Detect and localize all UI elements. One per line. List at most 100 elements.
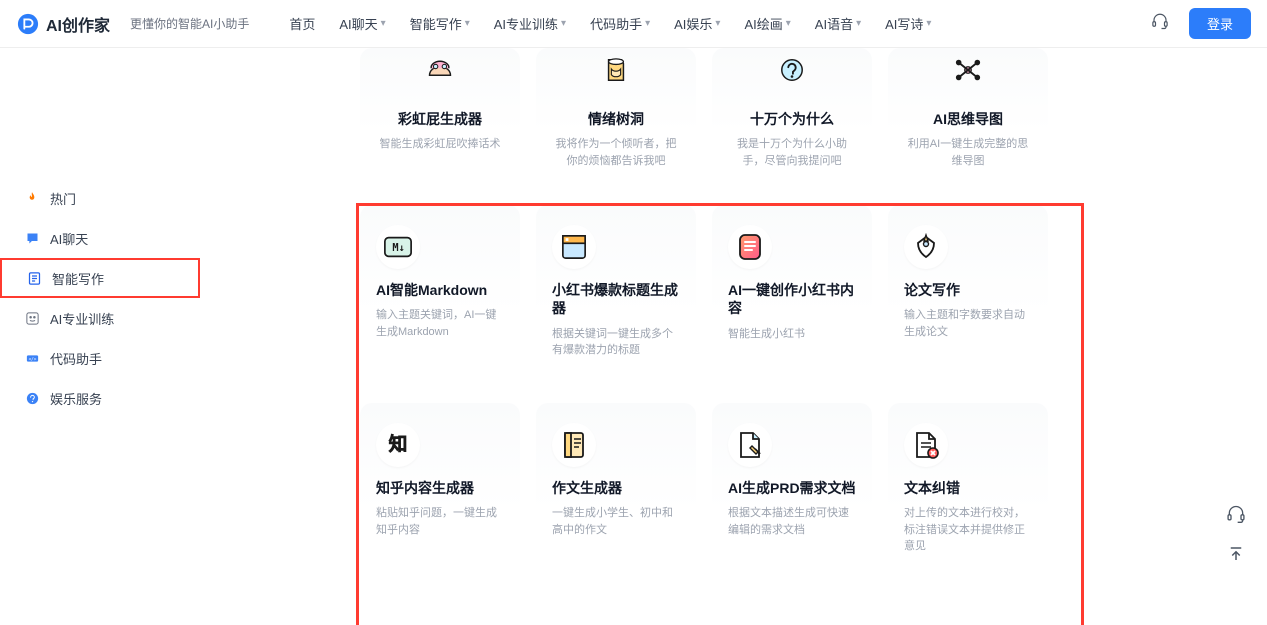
card-desc: 智能生成小红书 [728, 326, 805, 343]
card-desc: 利用AI一键生成完整的思维导图 [904, 136, 1032, 169]
login-button[interactable]: 登录 [1189, 8, 1251, 39]
card-icon: M↓ [376, 225, 420, 269]
nav-item-2[interactable]: 智能写作▾ [410, 14, 470, 33]
card-0-2[interactable]: 十万个为什么 我是十万个为什么小助手，尽管向我提问吧 [712, 48, 872, 187]
card-title: 情绪树洞 [588, 110, 644, 128]
nav-label: 代码助手 [590, 14, 642, 33]
card-desc: 对上传的文本进行校对，标注错误文本并提供修正意见 [904, 505, 1032, 555]
sidebar-item-0[interactable]: 热门 [0, 178, 200, 218]
sidebar-label: 智能写作 [52, 269, 104, 288]
card-icon [904, 423, 948, 467]
card-2-2[interactable]: AI生成PRD需求文档 根据文本描述生成可快速编辑的需求文档 [712, 403, 872, 583]
brand-name: AI创作家 [46, 12, 110, 36]
chevron-down-icon: ▾ [926, 18, 931, 29]
svg-text:</>: </> [28, 356, 36, 362]
card-desc: 根据文本描述生成可快速编辑的需求文档 [728, 505, 856, 538]
float-actions [1225, 503, 1247, 565]
top-nav-bar: AI创作家 更懂你的智能AI小助手 首页AI聊天▾智能写作▾AI专业训练▾代码助… [0, 0, 1267, 48]
card-1-1[interactable]: 小红书爆款标题生成器 根据关键词一键生成多个有爆款潜力的标题 [536, 205, 696, 385]
sidebar-label: AI专业训练 [50, 309, 114, 328]
scroll-top-icon[interactable] [1225, 543, 1247, 565]
card-title: 知乎内容生成器 [376, 479, 474, 497]
card-desc: 根据关键词一键生成多个有爆款潜力的标题 [552, 326, 680, 359]
svg-text:M↓: M↓ [392, 242, 404, 254]
card-icon [552, 423, 596, 467]
chevron-down-icon: ▾ [856, 18, 861, 29]
nav-label: AI聊天 [339, 14, 377, 33]
nav-label: AI娱乐 [674, 14, 712, 33]
chevron-down-icon: ▾ [561, 18, 566, 29]
sidebar-icon [24, 310, 40, 326]
card-2-3[interactable]: 文本纠错 对上传的文本进行校对，标注错误文本并提供修正意见 [888, 403, 1048, 583]
sidebar-icon [24, 390, 40, 406]
sidebar-icon [26, 270, 42, 286]
sidebar-item-3[interactable]: AI专业训练 [0, 298, 200, 338]
card-desc: 输入主题关键词，AI一键生成Markdown [376, 307, 504, 340]
card-row-2: 知 知乎内容生成器 粘贴知乎问题，一键生成知乎内容 作文生成器 一键生成小学生、… [200, 403, 1267, 583]
card-2-0[interactable]: 知 知乎内容生成器 粘贴知乎问题，一键生成知乎内容 [360, 403, 520, 583]
nav-item-7[interactable]: AI语音▾ [815, 14, 861, 33]
content-area: 彩虹屁生成器 智能生成彩虹屁吹捧话术 情绪树洞 我将作为一个倾听者，把你的烦恼都… [200, 48, 1267, 625]
nav-item-6[interactable]: AI绘画 ▾ [744, 14, 790, 33]
support-icon[interactable] [1151, 12, 1169, 35]
nav-menu: 首页AI聊天▾智能写作▾AI专业训练▾代码助手▾AI娱乐▾AI绘画▾AI语音▾A… [289, 14, 931, 33]
card-icon [946, 48, 990, 92]
card-desc: 一键生成小学生、初中和高中的作文 [552, 505, 680, 538]
card-title: 论文写作 [904, 281, 960, 299]
sidebar-label: 娱乐服务 [50, 389, 102, 408]
card-icon [418, 48, 462, 92]
sidebar-icon [24, 190, 40, 206]
card-title: 小红书爆款标题生成器 [552, 281, 680, 317]
nav-item-3[interactable]: AI专业训练▾ [494, 14, 566, 33]
sidebar-label: AI聊天 [50, 229, 88, 248]
card-title: AI生成PRD需求文档 [728, 479, 856, 497]
card-1-3[interactable]: 论文写作 输入主题和字数要求自动生成论文 [888, 205, 1048, 385]
card-title: AI智能Markdown [376, 281, 487, 299]
card-desc: 我是十万个为什么小助手，尽管向我提问吧 [728, 136, 856, 169]
card-icon [904, 225, 948, 269]
nav-item-4[interactable]: 代码助手▾ [590, 14, 650, 33]
card-0-1[interactable]: 情绪树洞 我将作为一个倾听者，把你的烦恼都告诉我吧 [536, 48, 696, 187]
card-row-0: 彩虹屁生成器 智能生成彩虹屁吹捧话术 情绪树洞 我将作为一个倾听者，把你的烦恼都… [200, 48, 1267, 187]
card-title: 彩虹屁生成器 [398, 110, 482, 128]
nav-label: 首页 [289, 14, 315, 33]
chevron-down-icon: ▾ [645, 18, 650, 29]
card-1-0[interactable]: M↓ AI智能Markdown 输入主题关键词，AI一键生成Markdown [360, 205, 520, 385]
chevron-down-icon: ▾ [715, 18, 720, 29]
sidebar-item-4[interactable]: </> 代码助手 [0, 338, 200, 378]
nav-label: AI语音 [815, 14, 853, 33]
nav-label: AI专业训练 [494, 14, 558, 33]
card-0-3[interactable]: AI思维导图 利用AI一键生成完整的思维导图 [888, 48, 1048, 187]
nav-label: AI绘画 [744, 14, 782, 33]
card-title: AI思维导图 [933, 110, 1003, 128]
svg-text:知: 知 [388, 434, 408, 455]
sidebar-item-1[interactable]: AI聊天 [0, 218, 200, 258]
chevron-down-icon: ▾ [465, 18, 470, 29]
nav-item-0[interactable]: 首页 [289, 14, 315, 33]
sidebar-icon [24, 230, 40, 246]
card-desc: 智能生成彩虹屁吹捧话术 [380, 136, 501, 153]
card-desc: 我将作为一个倾听者，把你的烦恼都告诉我吧 [552, 136, 680, 169]
sidebar: 热门 AI聊天智能写作 AI专业训练 </> 代码助手娱乐服务 [0, 48, 200, 625]
card-2-1[interactable]: 作文生成器 一键生成小学生、初中和高中的作文 [536, 403, 696, 583]
logo-icon [16, 12, 40, 36]
logo[interactable]: AI创作家 [16, 12, 110, 36]
tagline: 更懂你的智能AI小助手 [130, 15, 249, 32]
nav-item-1[interactable]: AI聊天 ▾ [339, 14, 385, 33]
card-desc: 粘贴知乎问题，一键生成知乎内容 [376, 505, 504, 538]
nav-item-5[interactable]: AI娱乐▾ [674, 14, 720, 33]
sidebar-item-2[interactable]: 智能写作 [0, 258, 200, 298]
chevron-down-icon: ▾ [381, 18, 386, 29]
card-icon [594, 48, 638, 92]
card-0-0[interactable]: 彩虹屁生成器 智能生成彩虹屁吹捧话术 [360, 48, 520, 187]
sidebar-label: 代码助手 [50, 349, 102, 368]
nav-label: AI写诗 [885, 14, 923, 33]
nav-item-8[interactable]: AI写诗▾ [885, 14, 931, 33]
card-title: 作文生成器 [552, 479, 622, 497]
sidebar-icon: </> [24, 350, 40, 366]
chevron-down-icon: ▾ [786, 18, 791, 29]
sidebar-item-5[interactable]: 娱乐服务 [0, 378, 200, 418]
card-1-2[interactable]: AI一键创作小红书内容 智能生成小红书 [712, 205, 872, 385]
card-desc: 输入主题和字数要求自动生成论文 [904, 307, 1032, 340]
float-support-icon[interactable] [1225, 503, 1247, 525]
